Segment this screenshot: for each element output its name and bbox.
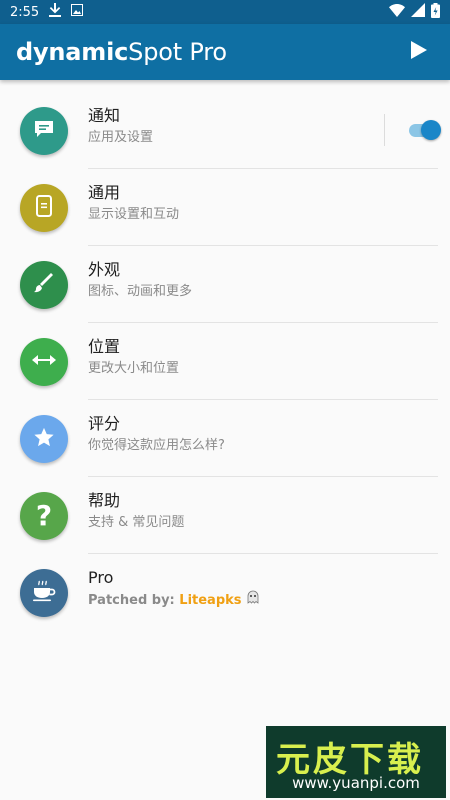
- help-text: 帮助 支持 & 常见问题: [88, 491, 184, 533]
- toggle-thumb: [421, 120, 441, 140]
- list-item-appearance[interactable]: 外观 图标、动画和更多: [0, 246, 450, 323]
- list-item-subtitle: Patched by: Liteapks: [88, 590, 260, 611]
- help-icon-circle: ?: [20, 491, 68, 540]
- status-time: 2:55: [10, 4, 40, 20]
- vertical-divider: [384, 114, 385, 146]
- list-item-notifications[interactable]: 通知 应用及设置: [0, 92, 450, 169]
- pro-text: Pro Patched by: Liteapks: [88, 568, 260, 611]
- pro-icon-circle: [20, 568, 68, 617]
- photo-icon: [71, 4, 84, 20]
- appearance-text: 外观 图标、动画和更多: [88, 260, 192, 302]
- question-icon: ?: [35, 498, 53, 532]
- brush-icon: [33, 272, 55, 298]
- position-icon-circle: [20, 337, 68, 386]
- app-bar: dynamicSpot Pro: [0, 24, 450, 80]
- download-icon: [49, 3, 62, 21]
- list-item-subtitle: 应用及设置: [88, 130, 154, 145]
- appearance-icon-circle: [20, 260, 68, 309]
- notifications-toggle[interactable]: [407, 120, 441, 140]
- position-text: 位置 更改大小和位置: [88, 337, 179, 379]
- list-item-title: 位置: [88, 337, 121, 356]
- coffee-cup-icon: [32, 580, 56, 606]
- list-item-position[interactable]: 位置 更改大小和位置: [0, 323, 450, 400]
- list-item-title: 外观: [88, 260, 121, 279]
- list-item-subtitle: 你觉得这款应用怎么样?: [88, 438, 225, 453]
- general-text: 通用 显示设置和互动: [88, 183, 179, 225]
- app-title-light: Spot Pro: [128, 38, 227, 66]
- ghost-icon: [246, 590, 260, 608]
- list-item-title: 评分: [88, 414, 121, 433]
- star-icon: [33, 426, 55, 452]
- play-button[interactable]: [404, 37, 434, 67]
- wifi-icon: [389, 3, 405, 21]
- settings-list: 通知 应用及设置 通用 显示设置和互动 外观 图标、动画和更多 位置 更改大小和…: [0, 92, 450, 631]
- app-title: dynamicSpot Pro: [16, 38, 227, 66]
- rate-icon-circle: [20, 414, 68, 463]
- list-item-title: 帮助: [88, 491, 121, 510]
- watermark-logo: 元皮下载 www.yuanpi.com: [266, 726, 446, 798]
- list-item-title: 通用: [88, 183, 121, 202]
- phone-icon: [36, 194, 52, 221]
- list-item-title: 通知: [88, 106, 121, 125]
- list-item-subtitle: 支持 & 常见问题: [88, 515, 185, 530]
- message-icon: [33, 120, 55, 142]
- list-item-subtitle: 图标、动画和更多: [88, 284, 193, 299]
- patched-by-label: Patched by:: [88, 593, 180, 608]
- signal-icon: [411, 3, 425, 21]
- arrows-horizontal-icon: [32, 352, 56, 371]
- app-title-bold: dynamic: [16, 38, 129, 66]
- status-bar: 2:55: [0, 0, 450, 24]
- list-item-general[interactable]: 通用 显示设置和互动: [0, 169, 450, 246]
- battery-icon: [431, 2, 440, 22]
- list-item-subtitle: 更改大小和位置: [88, 361, 180, 376]
- notifications-text: 通知 应用及设置: [88, 106, 153, 148]
- list-item-subtitle: 显示设置和互动: [88, 207, 180, 222]
- rate-text: 评分 你觉得这款应用怎么样?: [88, 414, 225, 456]
- list-item-title: Pro: [88, 568, 114, 587]
- patched-by-brand: Liteapks: [179, 593, 242, 608]
- watermark-url: www.yuanpi.com: [292, 774, 420, 792]
- list-item-rate[interactable]: 评分 你觉得这款应用怎么样?: [0, 400, 450, 477]
- notifications-icon-circle: [20, 106, 68, 155]
- list-item-help[interactable]: ? 帮助 支持 & 常见问题: [0, 477, 450, 554]
- list-item-pro[interactable]: Pro Patched by: Liteapks: [0, 554, 450, 631]
- general-icon-circle: [20, 183, 68, 232]
- play-icon: [410, 41, 428, 63]
